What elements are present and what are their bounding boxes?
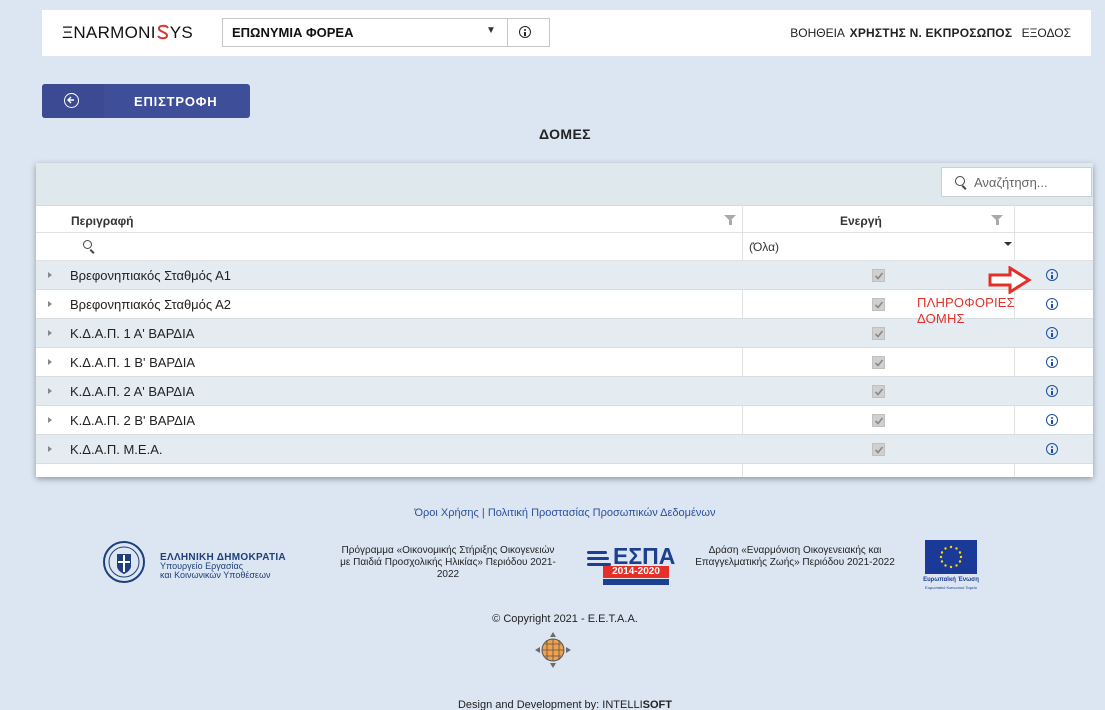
active-checkbox	[872, 443, 885, 456]
active-checkbox	[872, 385, 885, 398]
chevron-down-icon: ▼	[486, 25, 496, 36]
eu-logo: Ευρωπαϊκή Ένωση Ευρωπαϊκό Κοινωνικό Ταμε…	[920, 540, 984, 592]
help-link[interactable]: ΒΟΗΘΕΙΑ	[790, 26, 844, 40]
top-bar: ΞNARMONI YS ΕΠΩΝΥΜΙΑ ΦΟΡΕΑ ▼ ΒΟΗΘΕΙΑ ΧΡΗΣ…	[42, 10, 1091, 56]
eu-flag-icon	[925, 540, 977, 574]
column-header-active[interactable]: Ενεργή	[840, 214, 882, 228]
copyright: © Copyright 2021 - Ε.Ε.Τ.Α.Α.	[492, 613, 638, 625]
grid-header-row: Περιγραφή Ενεργή	[36, 205, 1093, 233]
structure-info-icon[interactable]	[1046, 356, 1058, 368]
credit-line: Design and Development by: INTELLISOFT	[0, 699, 1105, 710]
active-checkbox	[872, 298, 885, 311]
grid-toolbar: Αναζήτηση...	[36, 163, 1093, 205]
row-description: Βρεφονηπιακός Σταθμός Α1	[70, 268, 231, 283]
terms-link[interactable]: Όροι Χρήσης	[415, 507, 479, 519]
row-description: Βρεφονηπιακός Σταθμός Α2	[70, 297, 231, 312]
search-placeholder: Αναζήτηση...	[974, 175, 1048, 190]
row-description: Κ.Δ.Α.Π. Μ.Ε.Α.	[70, 442, 163, 457]
user-name[interactable]: ΧΡΗΣΤΗΣ Ν. ΕΚΠΡΟΣΩΠΟΣ	[850, 26, 1013, 40]
espa-strip	[603, 579, 669, 585]
eu-sublabel: Ευρωπαϊκό Κοινωνικό Ταμείο	[925, 585, 977, 590]
footer-links: Όροι Χρήσης | Πολιτική Προστασίας Προσωπ…	[414, 507, 716, 519]
eu-label: Ευρωπαϊκή Ένωση	[923, 577, 979, 583]
gov-line-2: και Κοινωνικών Υποθέσεων	[160, 570, 271, 580]
annotation-arrow-icon	[988, 266, 1032, 294]
column-header-description[interactable]: Περιγραφή	[71, 214, 134, 228]
table-row[interactable]: Κ.Δ.Α.Π. 2 Α' ΒΑΡΔΙΑ	[36, 377, 1093, 406]
structure-info-icon[interactable]	[1046, 298, 1058, 310]
row-description: Κ.Δ.Α.Π. 1 Β' ΒΑΡΔΙΑ	[70, 355, 196, 370]
privacy-link[interactable]: Πολιτική Προστασίας Προσωπικών Δεδομένων	[488, 507, 716, 519]
structure-info-icon[interactable]	[1046, 327, 1058, 339]
top-navigation: ΒΟΗΘΕΙΑ ΧΡΗΣΤΗΣ Ν. ΕΚΠΡΟΣΩΠΟΣ ΕΞΟΔΟΣ	[790, 26, 1071, 40]
back-button-label: ΕΠΙΣΤΡΟΦΗ	[134, 94, 218, 109]
active-checkbox	[872, 356, 885, 369]
description-filter-search-icon[interactable]	[83, 240, 92, 249]
expand-row-icon[interactable]	[48, 359, 52, 365]
structure-info-icon[interactable]	[1046, 414, 1058, 426]
row-description: Κ.Δ.Α.Π. 2 Α' ΒΑΡΔΙΑ	[70, 384, 195, 399]
row-description: Κ.Δ.Α.Π. 2 Β' ΒΑΡΔΙΑ	[70, 413, 196, 428]
credit-prefix: Design and Development by:	[457, 699, 600, 710]
grid-filter-row: (Όλα)	[36, 233, 1093, 261]
organization-select-value: ΕΠΩΝΥΜΙΑ ΦΟΡΕΑ	[232, 25, 354, 40]
row-description: Κ.Δ.Α.Π. 1 Α' ΒΑΡΔΙΑ	[70, 326, 195, 341]
grid-body: Βρεφονηπιακός Σταθμός Α1 Βρεφονηπιακός Στ…	[36, 261, 1093, 464]
credit-brand[interactable]: INTELLISOFT	[602, 699, 672, 710]
greek-seal-icon	[103, 541, 145, 583]
expand-row-icon[interactable]	[48, 272, 52, 278]
structure-info-icon[interactable]	[1046, 269, 1058, 281]
annotation-label: ΠΛΗΡΟΦΟΡΙΕΣ ΔΟΜΗΣ	[917, 295, 1015, 326]
table-row[interactable]: Βρεφονηπιακός Σταθμός Α1	[36, 261, 1093, 290]
logo-text-prefix: ΞNARMONI	[62, 23, 156, 42]
espa-years: 2014-2020	[603, 566, 669, 578]
espa-logo: ΕΣΠΑ 2014-2020	[585, 543, 675, 589]
active-checkbox	[872, 414, 885, 427]
filter-icon[interactable]	[724, 215, 736, 225]
expand-row-icon[interactable]	[48, 330, 52, 336]
structure-info-icon[interactable]	[1046, 443, 1058, 455]
search-icon	[955, 176, 965, 186]
program-text: Πρόγραμμα «Οικονομικής Στήριξης Οικογενε…	[340, 545, 556, 580]
app-logo[interactable]: ΞNARMONI YS	[62, 23, 193, 43]
active-checkbox	[872, 269, 885, 282]
logo-text-suffix: YS	[169, 23, 194, 42]
credit-brand-b: SOFT	[642, 699, 672, 710]
expand-row-icon[interactable]	[48, 301, 52, 307]
logout-link[interactable]: ΕΞΟΔΟΣ	[1022, 26, 1071, 40]
back-button-icon-area	[42, 84, 104, 118]
credit-brand-a: INTELLI	[602, 699, 643, 710]
page-title: ΔΟΜΕΣ	[539, 126, 591, 142]
arrow-left-circle-icon	[64, 93, 79, 108]
action-text: Δράση «Εναρμόνιση Οικογενειακής και Επαγ…	[695, 545, 895, 568]
grid-search-input[interactable]: Αναζήτηση...	[941, 167, 1092, 197]
active-checkbox	[872, 327, 885, 340]
logo-s-icon	[156, 24, 169, 40]
organization-info-icon[interactable]	[519, 26, 531, 38]
expand-row-icon[interactable]	[48, 446, 52, 452]
active-filter-select[interactable]: (Όλα)	[749, 240, 779, 254]
expand-row-icon[interactable]	[48, 417, 52, 423]
table-row[interactable]: Κ.Δ.Α.Π. Μ.Ε.Α.	[36, 435, 1093, 464]
table-row[interactable]: Κ.Δ.Α.Π. 2 Β' ΒΑΡΔΙΑ	[36, 406, 1093, 435]
organization-select[interactable]: ΕΠΩΝΥΜΙΑ ΦΟΡΕΑ ▼	[222, 18, 550, 47]
filter-icon[interactable]	[991, 215, 1003, 225]
table-row[interactable]: Κ.Δ.Α.Π. 1 Β' ΒΑΡΔΙΑ	[36, 348, 1093, 377]
divider	[507, 19, 508, 46]
globe-logo-icon	[535, 632, 571, 668]
chevron-down-icon[interactable]	[1004, 242, 1012, 246]
gov-subtitle: Υπουργείο Εργασίας και Κοινωνικών Υποθέσε…	[160, 562, 270, 580]
back-button[interactable]: ΕΠΙΣΤΡΟΦΗ	[42, 84, 250, 118]
expand-row-icon[interactable]	[48, 388, 52, 394]
structure-info-icon[interactable]	[1046, 385, 1058, 397]
